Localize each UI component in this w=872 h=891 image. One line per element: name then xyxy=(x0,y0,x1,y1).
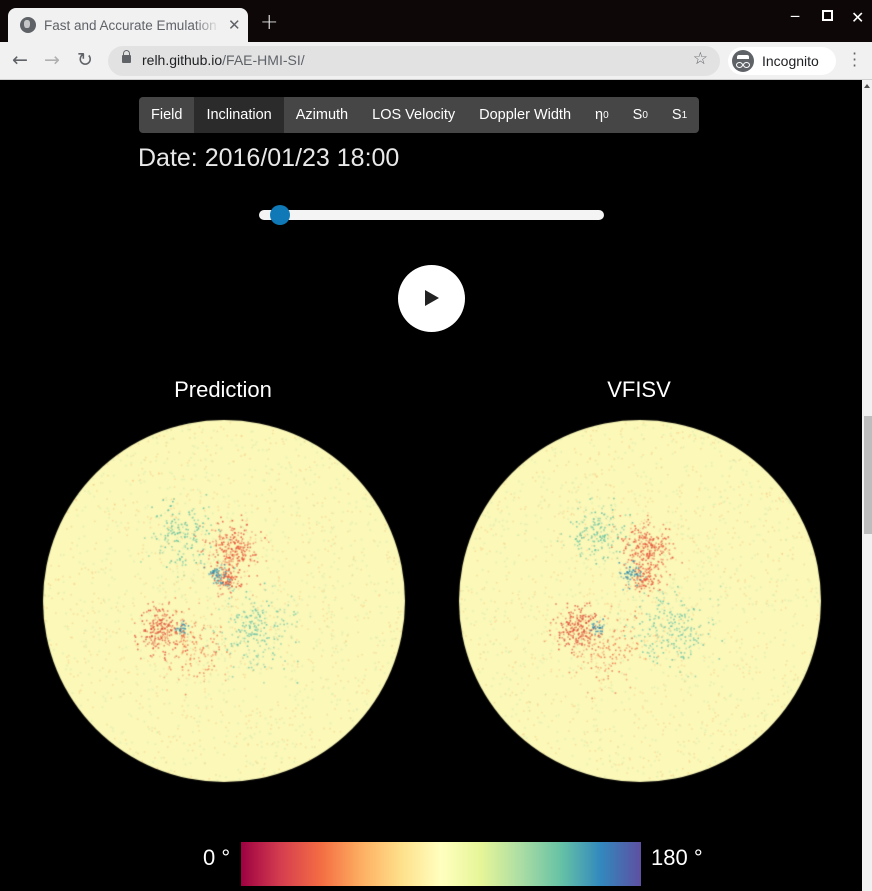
tab-field[interactable]: Field xyxy=(139,97,194,133)
bookmark-star-icon[interactable]: ☆ xyxy=(693,49,708,69)
incognito-icon xyxy=(732,50,754,72)
close-window-icon[interactable]: ✕ xyxy=(851,8,864,27)
play-icon xyxy=(425,290,439,306)
back-icon[interactable]: ← xyxy=(12,49,28,71)
tab-s0[interactable]: S0 xyxy=(621,97,660,133)
incognito-badge[interactable]: Incognito xyxy=(728,47,836,75)
tab-label-subscript: 0 xyxy=(603,109,609,121)
scroll-up-arrow-icon[interactable] xyxy=(864,84,870,88)
url-text: relh.github.io/FAE-HMI-SI/ xyxy=(142,52,305,68)
close-tab-icon[interactable]: ✕ xyxy=(228,16,241,34)
tab-label: S xyxy=(632,107,643,123)
play-button[interactable] xyxy=(398,265,465,332)
tab-label: LOS Velocity xyxy=(372,107,456,123)
browser-menu-icon[interactable]: · · · xyxy=(852,46,857,74)
tab-inclination[interactable]: Inclination xyxy=(194,97,284,133)
tab-doppler-width[interactable]: Doppler Width xyxy=(467,97,583,133)
tab-azimuth[interactable]: Azimuth xyxy=(284,97,360,133)
tab-label-subscript: 1 xyxy=(681,109,688,121)
colorbar-max-label: 180 ° xyxy=(651,845,703,870)
forward-icon[interactable]: → xyxy=(44,49,60,71)
colorbar xyxy=(241,842,641,886)
tab-label: Inclination xyxy=(206,107,272,123)
scrollbar-thumb[interactable] xyxy=(864,416,872,534)
tab-label: Azimuth xyxy=(295,107,349,123)
new-tab-button[interactable]: + xyxy=(260,10,278,35)
window-titlebar: Fast and Accurate Emulation of HMI-SI ✕ … xyxy=(0,0,872,42)
tab-s1[interactable]: S1 xyxy=(660,97,699,133)
tab-η0[interactable]: η0 xyxy=(583,97,621,133)
vfisv-title: VFISV xyxy=(607,377,671,402)
prediction-disk-image xyxy=(41,419,407,783)
minimize-icon[interactable]: ‒ xyxy=(790,6,800,25)
time-slider[interactable] xyxy=(259,205,604,225)
tab-title: Fast and Accurate Emulation of HMI-SI xyxy=(44,17,220,33)
page-scrollbar[interactable] xyxy=(862,80,872,891)
tab-label-subscript: 0 xyxy=(642,109,648,121)
tab-label: Doppler Width xyxy=(479,107,572,123)
page-content: Field Inclination Azimuth LOS Velocity Doppl… xyxy=(0,80,862,891)
globe-icon xyxy=(20,17,36,33)
tab-label: S xyxy=(671,107,682,123)
date-label: Date: 2016/01/23 18:00 xyxy=(138,144,400,172)
browser-toolbar: ← → ↻ relh.github.io/FAE-HMI-SI/ ☆ Incog… xyxy=(0,42,872,80)
tab-los-velocity[interactable]: LOS Velocity xyxy=(360,97,467,133)
prediction-title: Prediction xyxy=(174,377,272,402)
tab-label: η xyxy=(595,107,604,123)
browser-tab[interactable]: Fast and Accurate Emulation of HMI-SI ✕ xyxy=(8,8,248,42)
variable-tabbar: Field Inclination Azimuth LOS Velocity Doppl… xyxy=(139,97,700,133)
reload-icon[interactable]: ↻ xyxy=(77,49,93,71)
colorbar-min-label: 0 ° xyxy=(203,845,231,870)
maximize-icon[interactable] xyxy=(822,10,833,21)
lock-icon xyxy=(122,50,131,63)
tab-label: Field xyxy=(151,107,183,123)
slider-thumb[interactable] xyxy=(269,205,290,225)
vfisv-disk-image xyxy=(457,419,823,783)
address-bar[interactable]: relh.github.io/FAE-HMI-SI/ ☆ xyxy=(108,46,720,76)
